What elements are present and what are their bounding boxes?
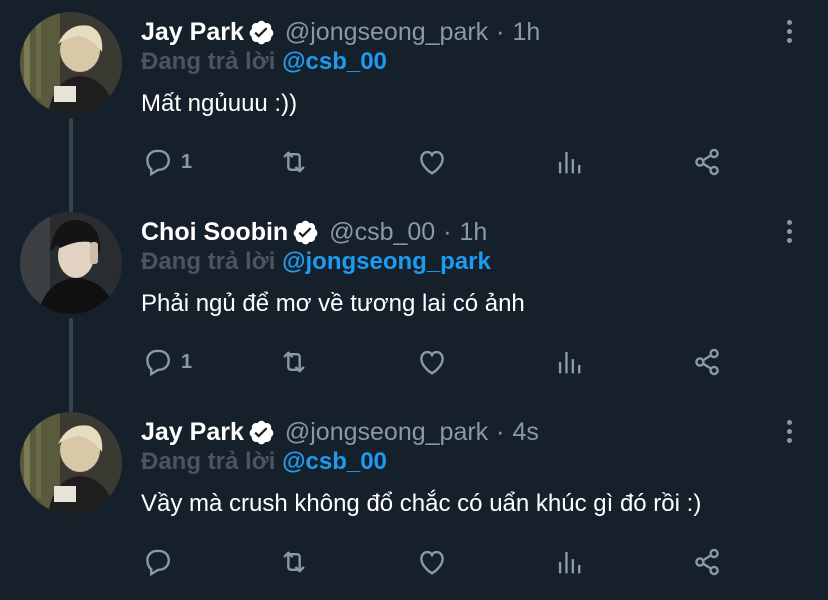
user-handle[interactable]: @jongseong_park (285, 418, 488, 447)
like-button[interactable] (415, 540, 449, 584)
tweet-actions (0, 540, 828, 584)
like-icon (420, 550, 444, 575)
display-name[interactable]: Jay Park (141, 418, 244, 447)
timestamp[interactable]: 1h (460, 218, 488, 247)
tweet-actions: 1 (0, 140, 828, 184)
tweet-header: Choi Soobin @csb_00 · 1h (141, 214, 487, 250)
reply-count: 1 (181, 350, 193, 373)
replying-to-mention[interactable]: @csb_00 (282, 48, 387, 75)
display-name[interactable]: Choi Soobin (141, 218, 288, 247)
views-button[interactable] (553, 340, 587, 384)
like-icon (420, 350, 444, 375)
timestamp[interactable]: 1h (513, 18, 541, 47)
replying-to: Đang trả lời @csb_00 (141, 48, 387, 76)
avatar-image (20, 212, 122, 314)
like-icon (420, 150, 444, 175)
more-options-icon[interactable] (784, 220, 794, 244)
separator-dot: · (496, 17, 505, 46)
share-button[interactable] (690, 140, 724, 184)
more-options-icon[interactable] (784, 20, 794, 44)
separator-dot: · (443, 217, 452, 246)
tweet[interactable]: Jay Park @jongseong_park · 4s Đang trả l… (0, 400, 828, 600)
replying-to: Đang trả lời @jongseong_park (141, 248, 491, 276)
reply-thread: Jay Park @jongseong_park · 1h Đang trả l… (0, 0, 828, 592)
tweet-header: Jay Park @jongseong_park · 4s (141, 414, 539, 450)
like-button[interactable] (415, 340, 449, 384)
user-handle[interactable]: @jongseong_park (285, 18, 488, 47)
views-icon (558, 352, 581, 374)
share-icon (695, 548, 719, 576)
replying-to-label: Đang trả lời (141, 448, 276, 475)
more-options-icon[interactable] (784, 420, 794, 444)
retweet-icon (283, 351, 305, 373)
tweet-actions: 1 (0, 340, 828, 384)
views-icon (558, 552, 581, 574)
share-icon (695, 348, 719, 376)
verified-badge-icon (248, 419, 275, 446)
avatar[interactable] (20, 412, 122, 514)
avatar-image (20, 12, 122, 114)
reply-icon (146, 149, 170, 177)
reply-count: 1 (181, 150, 193, 173)
replying-to-mention[interactable]: @csb_00 (282, 448, 387, 475)
separator-dot: · (496, 417, 505, 446)
tweet-text: Phải ngủ để mơ về tương lai có ảnh (141, 290, 525, 317)
replying-to-label: Đang trả lời (141, 248, 276, 275)
tweet-text: Mất ngủuuu :)) (141, 90, 298, 117)
retweet-icon (283, 551, 305, 573)
share-button[interactable] (690, 540, 724, 584)
views-button[interactable] (553, 140, 587, 184)
tweet[interactable]: Choi Soobin @csb_00 · 1h Đang trả lời @j… (0, 200, 828, 400)
reply-button[interactable]: 1 (141, 140, 192, 184)
display-name[interactable]: Jay Park (141, 18, 244, 47)
avatar[interactable] (20, 12, 122, 114)
reply-button[interactable]: 1 (141, 340, 192, 384)
retweet-icon (283, 151, 305, 173)
reply-button[interactable] (141, 540, 175, 584)
verified-badge-icon (292, 219, 319, 246)
views-button[interactable] (553, 540, 587, 584)
replying-to: Đang trả lời @csb_00 (141, 448, 387, 476)
reply-icon (146, 549, 170, 577)
like-button[interactable] (415, 140, 449, 184)
replying-to-mention[interactable]: @jongseong_park (282, 248, 491, 275)
retweet-button[interactable] (277, 140, 311, 184)
retweet-button[interactable] (277, 340, 311, 384)
retweet-button[interactable] (277, 540, 311, 584)
verified-badge-icon (248, 19, 275, 46)
tweet-text: Vầy mà crush không đổ chắc có uẩn khúc g… (141, 490, 702, 517)
avatar[interactable] (20, 212, 122, 314)
timestamp[interactable]: 4s (513, 418, 539, 447)
share-icon (695, 148, 719, 176)
replying-to-label: Đang trả lời (141, 48, 276, 75)
share-button[interactable] (690, 340, 724, 384)
views-icon (558, 152, 581, 174)
avatar-image (20, 412, 122, 514)
user-handle[interactable]: @csb_00 (329, 218, 435, 247)
reply-icon (146, 349, 170, 377)
tweet[interactable]: Jay Park @jongseong_park · 1h Đang trả l… (0, 0, 828, 200)
tweet-header: Jay Park @jongseong_park · 1h (141, 14, 540, 50)
